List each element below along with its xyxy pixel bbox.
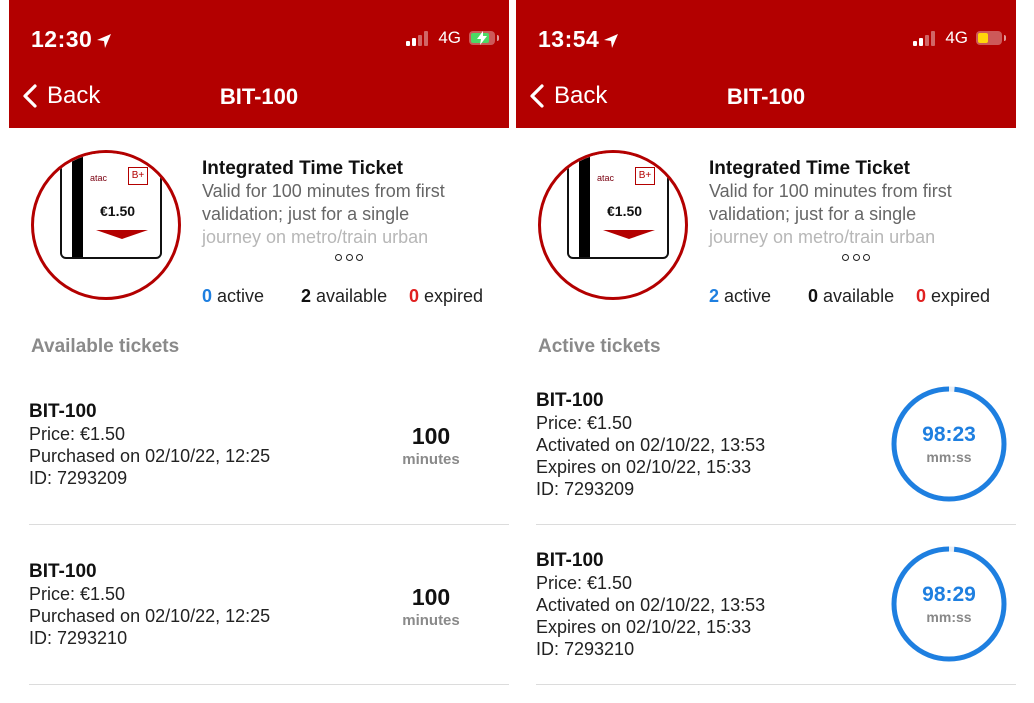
section-title: Available tickets xyxy=(31,336,180,357)
expired-count: 0 expired xyxy=(409,286,483,307)
available-count-label: available xyxy=(316,286,388,306)
battery-charging-icon xyxy=(469,31,499,45)
ticket-description: Valid for 100 minutes from first validat… xyxy=(202,180,492,249)
available-count-value: 0 xyxy=(808,286,819,306)
divider xyxy=(536,524,1016,525)
ticket-card-graphic: atac B+ €1.50 xyxy=(60,153,162,259)
active-count-value: 0 xyxy=(202,286,213,306)
expired-count: 0 expired xyxy=(916,286,990,307)
card-badge: B+ xyxy=(128,167,148,185)
ticket-title: Integrated Time Ticket xyxy=(709,158,910,179)
page-title: BIT-100 xyxy=(219,84,299,109)
ticket-card-graphic: atac B+ €1.50 xyxy=(567,153,669,259)
ellipsis-icon[interactable] xyxy=(842,254,870,264)
expired-count-label: expired xyxy=(424,286,484,306)
desc-line: validation; just for a single xyxy=(202,204,410,224)
desc-line: journey on metro/train urban xyxy=(202,227,429,247)
ticket-duration: 100 minutes xyxy=(391,423,471,468)
timer-unit: mm:ss xyxy=(926,609,972,625)
available-count-value: 2 xyxy=(301,286,312,306)
desc-line: validation; just for a single xyxy=(709,204,917,224)
countdown-timer: 98:29 mm:ss xyxy=(890,545,1008,663)
available-count: 0 available xyxy=(808,286,894,307)
desc-line: journey on metro/train urban xyxy=(709,227,936,247)
divider xyxy=(536,684,1016,685)
status-time: 12:30 xyxy=(31,26,112,53)
network-label: 4G xyxy=(945,28,968,47)
timer-unit: mm:ss xyxy=(926,449,972,465)
ticket-row-name: BIT-100 xyxy=(29,561,97,582)
ticket-row-id: ID: 7293209 xyxy=(29,468,128,488)
ticket-description: Valid for 100 minutes from first validat… xyxy=(709,180,999,249)
ticket-row-name: BIT-100 xyxy=(29,401,97,422)
available-count: 2 available xyxy=(301,286,387,307)
active-count-value: 2 xyxy=(709,286,720,306)
countdown-timer: 98:23 mm:ss xyxy=(890,385,1008,503)
active-count-label: active xyxy=(217,286,265,306)
network-label: 4G xyxy=(438,28,461,47)
divider xyxy=(29,684,509,685)
expired-count-value: 0 xyxy=(916,286,927,306)
page-title: BIT-100 xyxy=(726,84,806,109)
top-bar: 12:30 4G Back BIT-100 xyxy=(9,0,509,128)
active-count: 2 active xyxy=(709,286,771,307)
active-count: 0 active xyxy=(202,286,264,307)
signal-icon xyxy=(406,30,430,46)
location-arrow-icon xyxy=(604,34,619,48)
atac-logo: atac xyxy=(90,173,108,183)
clock-label: 13:54 xyxy=(538,26,600,52)
expired-count-label: expired xyxy=(931,286,991,306)
location-arrow-icon xyxy=(97,34,112,48)
card-price: €1.50 xyxy=(607,203,643,219)
status-time: 13:54 xyxy=(538,26,619,53)
top-bar: 13:54 4G Back BIT-100 xyxy=(516,0,1016,128)
timer-value: 98:29 xyxy=(922,583,976,606)
active-count-label: active xyxy=(724,286,772,306)
divider xyxy=(29,524,509,525)
screen-available: 12:30 4G Back BIT-100 atac B+ €1.50 Inte… xyxy=(9,0,509,703)
atac-logo: atac xyxy=(597,173,615,183)
arrow-down-icon xyxy=(603,230,655,239)
duration-unit: minutes xyxy=(402,451,460,468)
expired-count-value: 0 xyxy=(409,286,420,306)
desc-line: Valid for 100 minutes from first xyxy=(202,181,445,201)
card-badge: B+ xyxy=(635,167,655,185)
section-title: Active tickets xyxy=(538,336,661,357)
desc-line: Valid for 100 minutes from first xyxy=(709,181,952,201)
battery-icon xyxy=(976,31,1006,45)
duration-value: 100 xyxy=(411,584,451,610)
duration-unit: minutes xyxy=(402,612,460,629)
ticket-title: Integrated Time Ticket xyxy=(202,158,403,179)
signal-icon xyxy=(913,30,937,46)
ticket-image: atac B+ €1.50 xyxy=(538,150,688,300)
available-count-label: available xyxy=(823,286,895,306)
timer-value: 98:23 xyxy=(922,423,976,446)
arrow-down-icon xyxy=(96,230,148,239)
ticket-duration: 100 minutes xyxy=(391,584,471,629)
status-indicators: 4G xyxy=(406,28,499,48)
screen-active: 13:54 4G Back BIT-100 atac B+ €1.50 Inte… xyxy=(516,0,1016,703)
ticket-image: atac B+ €1.50 xyxy=(31,150,181,300)
ellipsis-icon[interactable] xyxy=(335,254,363,264)
status-indicators: 4G xyxy=(913,28,1006,48)
clock-label: 12:30 xyxy=(31,26,93,52)
card-price: €1.50 xyxy=(100,203,136,219)
ticket-row-id: ID: 7293210 xyxy=(29,628,128,648)
duration-value: 100 xyxy=(411,423,451,449)
